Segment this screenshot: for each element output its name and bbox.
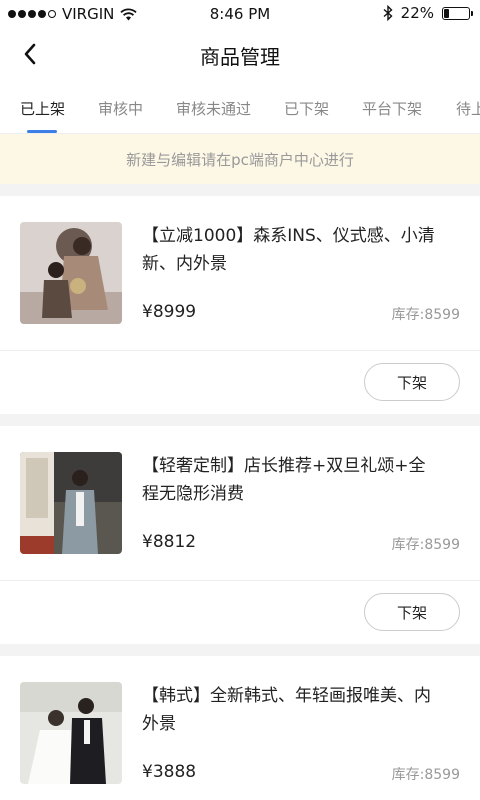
- status-tabs: 已上架 审核中 审核未通过 已下架 平台下架 待上: [0, 80, 480, 134]
- product-price: ¥8812: [142, 532, 197, 552]
- product-image: [20, 452, 122, 554]
- battery-percent: 22%: [400, 4, 434, 22]
- product-stock: 库存:8599: [391, 307, 460, 323]
- delist-button[interactable]: 下架: [364, 593, 460, 631]
- status-bar: VIRGIN 8:46 PM 22%: [0, 0, 480, 28]
- page-title: 商品管理: [200, 45, 280, 69]
- product-stock: 库存:8599: [391, 767, 460, 783]
- product-price: ¥3888: [142, 762, 197, 782]
- product-info[interactable]: 【韩式】全新韩式、年轻画报唯美、内外景 ¥3888 库存:8599: [0, 656, 480, 800]
- tab-platform-delisted[interactable]: 平台下架: [362, 98, 422, 119]
- notice-banner: 新建与编辑请在pc端商户中心进行: [0, 134, 480, 184]
- product-price: ¥8999: [142, 302, 197, 322]
- battery-fill: [444, 8, 450, 18]
- product-card: 【韩式】全新韩式、年轻画报唯美、内外景 ¥3888 库存:8599: [0, 656, 480, 800]
- battery-icon: [442, 6, 473, 20]
- tab-review-rejected[interactable]: 审核未通过: [176, 98, 251, 119]
- product-image: [20, 682, 122, 784]
- product-card: 【轻奢定制】店长推荐+双旦礼颂+全程无隐形消费 ¥8812 库存:8599 下架: [0, 426, 480, 644]
- product-title: 【立减1000】森系INS、仪式感、小清新、内外景: [142, 226, 435, 274]
- product-title: 【轻奢定制】店长推荐+双旦礼颂+全程无隐形消费: [142, 456, 426, 504]
- product-stock: 库存:8599: [391, 537, 460, 553]
- nav-bar: 商品管理: [0, 28, 480, 80]
- tab-delisted[interactable]: 已下架: [284, 98, 329, 119]
- tab-pending-listing[interactable]: 待上: [456, 98, 480, 119]
- tab-listed[interactable]: 已上架: [20, 98, 65, 119]
- product-card: 【立减1000】森系INS、仪式感、小清新、内外景 ¥8999 库存:8599 …: [0, 196, 480, 414]
- product-image: [20, 222, 122, 324]
- delist-button[interactable]: 下架: [364, 363, 460, 401]
- product-actions: 下架: [0, 350, 480, 414]
- product-info[interactable]: 【立减1000】森系INS、仪式感、小清新、内外景 ¥8999 库存:8599: [0, 196, 480, 350]
- product-info[interactable]: 【轻奢定制】店长推荐+双旦礼颂+全程无隐形消费 ¥8812 库存:8599: [0, 426, 480, 580]
- bluetooth-icon: [383, 5, 393, 21]
- tab-under-review[interactable]: 审核中: [98, 98, 143, 119]
- status-right: 22%: [383, 4, 473, 22]
- active-tab-indicator: [27, 130, 57, 133]
- product-title: 【韩式】全新韩式、年轻画报唯美、内外景: [142, 686, 431, 734]
- product-actions: 下架: [0, 580, 480, 644]
